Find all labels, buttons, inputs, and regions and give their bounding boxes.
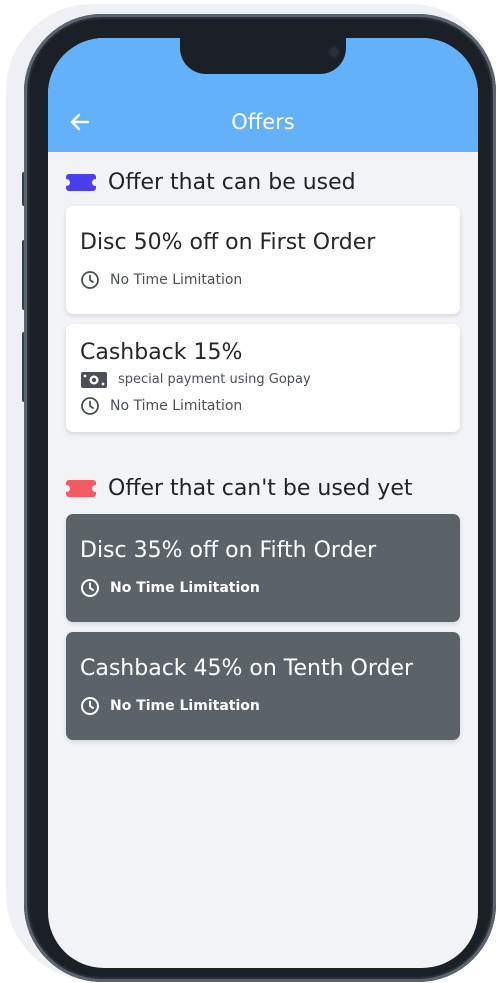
offer-title: Disc 50% off on First Order: [80, 230, 376, 255]
offer-time-row: No Time Limitation: [80, 270, 242, 290]
offer-time-row: No Time Limitation: [80, 396, 242, 416]
offer-time-label: No Time Limitation: [110, 698, 260, 714]
phone-notch: [180, 38, 346, 74]
ticket-icon: [63, 480, 99, 497]
app-header: Offers: [48, 38, 478, 152]
clock-icon: [81, 697, 99, 715]
cash-icon: [81, 372, 107, 388]
section-usable-offers-heading: Offer that can be used: [63, 170, 356, 195]
offer-time-row: No Time Limitation: [80, 696, 260, 716]
clock-icon: [81, 271, 99, 289]
offer-card[interactable]: Disc 50% off on First Order No Time Limi…: [66, 206, 460, 314]
offer-time-label: No Time Limitation: [110, 272, 243, 288]
app-screen: Offers Offer that can be used Disc 50% o…: [48, 38, 478, 968]
offer-time-label: No Time Limitation: [110, 580, 260, 596]
locked-offer-card[interactable]: Disc 35% off on Fifth Order No Time Limi…: [66, 514, 460, 622]
locked-offer-card[interactable]: Cashback 45% on Tenth Order No Time Limi…: [66, 632, 460, 740]
offer-title: Cashback 15%: [80, 340, 243, 365]
page-title: Offers: [231, 110, 295, 134]
section-locked-offers-heading: Offer that can't be used yet: [63, 476, 413, 501]
offer-payment-label: special payment using Gopay: [118, 372, 311, 387]
offer-payment-row: special payment using Gopay: [80, 370, 311, 390]
offer-title: Disc 35% off on Fifth Order: [80, 538, 377, 563]
offer-time-row: No Time Limitation: [80, 578, 260, 598]
clock-icon: [81, 397, 99, 415]
offer-title: Cashback 45% on Tenth Order: [80, 656, 414, 681]
clock-icon: [81, 579, 99, 597]
offer-card[interactable]: Cashback 15% special payment using Gopay…: [66, 324, 460, 432]
camera-icon: [328, 46, 340, 58]
section-heading-label: Offer that can be used: [108, 170, 356, 195]
ticket-icon: [63, 174, 99, 191]
offer-time-label: No Time Limitation: [110, 398, 243, 414]
section-heading-label: Offer that can't be used yet: [108, 476, 413, 501]
